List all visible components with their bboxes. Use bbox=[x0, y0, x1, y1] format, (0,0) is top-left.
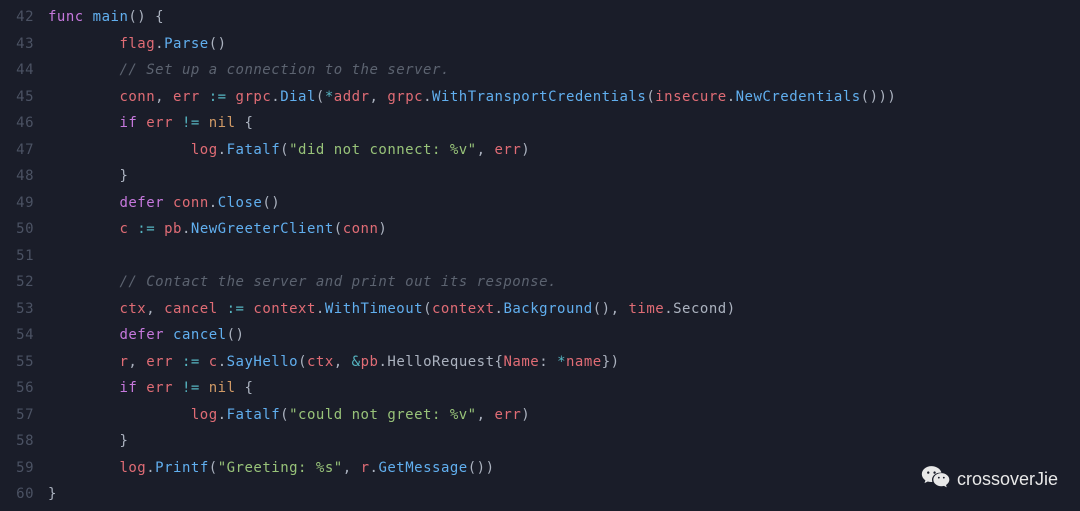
code-line: func main() { bbox=[48, 4, 1080, 31]
watermark-text: crossoverJie bbox=[957, 469, 1058, 490]
code-line: log.Fatalf("did not connect: %v", err) bbox=[48, 137, 1080, 164]
code-line: // Set up a connection to the server. bbox=[48, 57, 1080, 84]
line-number: 60 bbox=[0, 481, 34, 508]
line-number: 51 bbox=[0, 243, 34, 270]
line-number: 48 bbox=[0, 163, 34, 190]
code-line: ctx, cancel := context.WithTimeout(conte… bbox=[48, 296, 1080, 323]
line-number: 44 bbox=[0, 57, 34, 84]
line-number: 59 bbox=[0, 455, 34, 482]
line-number: 42 bbox=[0, 4, 34, 31]
line-number: 52 bbox=[0, 269, 34, 296]
line-number: 54 bbox=[0, 322, 34, 349]
wechat-icon bbox=[921, 464, 957, 495]
code-line: flag.Parse() bbox=[48, 31, 1080, 58]
code-editor: 42 43 44 45 46 47 48 49 50 51 52 53 54 5… bbox=[0, 0, 1080, 508]
line-number: 57 bbox=[0, 402, 34, 429]
code-line: defer conn.Close() bbox=[48, 190, 1080, 217]
code-line: } bbox=[48, 163, 1080, 190]
code-line: conn, err := grpc.Dial(*addr, grpc.WithT… bbox=[48, 84, 1080, 111]
line-number: 58 bbox=[0, 428, 34, 455]
code-line: r, err := c.SayHello(ctx, &pb.HelloReque… bbox=[48, 349, 1080, 376]
code-line: c := pb.NewGreeterClient(conn) bbox=[48, 216, 1080, 243]
code-line: } bbox=[48, 428, 1080, 455]
line-number: 45 bbox=[0, 84, 34, 111]
code-line: defer cancel() bbox=[48, 322, 1080, 349]
line-number: 53 bbox=[0, 296, 34, 323]
line-number: 55 bbox=[0, 349, 34, 376]
line-number: 47 bbox=[0, 137, 34, 164]
code-line bbox=[48, 243, 1080, 270]
line-number: 49 bbox=[0, 190, 34, 217]
watermark: crossoverJie bbox=[921, 464, 1058, 495]
code-line: if err != nil { bbox=[48, 110, 1080, 137]
line-number: 43 bbox=[0, 31, 34, 58]
code-line: // Contact the server and print out its … bbox=[48, 269, 1080, 296]
line-number-gutter: 42 43 44 45 46 47 48 49 50 51 52 53 54 5… bbox=[0, 4, 48, 508]
code-line: log.Fatalf("could not greet: %v", err) bbox=[48, 402, 1080, 429]
code-line: if err != nil { bbox=[48, 375, 1080, 402]
line-number: 46 bbox=[0, 110, 34, 137]
line-number: 50 bbox=[0, 216, 34, 243]
line-number: 56 bbox=[0, 375, 34, 402]
code-area[interactable]: func main() { flag.Parse() // Set up a c… bbox=[48, 4, 1080, 508]
